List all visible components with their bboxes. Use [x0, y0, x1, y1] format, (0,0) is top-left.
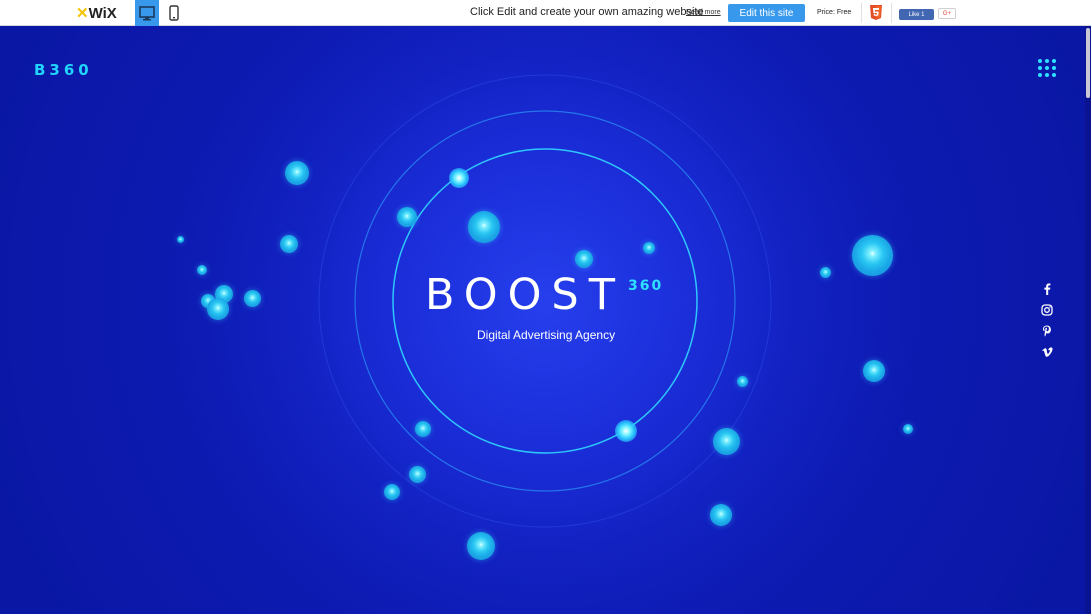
html5-icon [870, 5, 882, 20]
bubble [467, 532, 495, 560]
bubble [285, 161, 309, 185]
promo-text: Click Edit and create your own amazing w… [470, 6, 704, 18]
wix-logo-mark: ✕ [76, 5, 89, 22]
facebook-like-button[interactable]: Like 1 [899, 9, 934, 20]
bubble [575, 250, 593, 268]
hero-title: BOOST [425, 270, 625, 320]
bubble [280, 235, 298, 253]
orbit-glow-dot [615, 420, 637, 442]
bubble [409, 466, 426, 483]
bubble [244, 290, 261, 307]
scrollbar-thumb[interactable] [1086, 28, 1090, 98]
desktop-icon [139, 5, 155, 20]
vimeo-icon[interactable] [1038, 344, 1056, 360]
wix-logo-text: WiX [88, 5, 117, 22]
hero-tagline: Digital Advertising Agency [477, 328, 616, 342]
bubble [177, 236, 184, 243]
bubble [737, 376, 748, 387]
edit-site-button[interactable]: Edit this site [728, 4, 805, 22]
orbit-glow-dot [449, 168, 469, 188]
google-plus-button[interactable]: G+ [938, 8, 956, 19]
bubble [713, 428, 740, 455]
site-logo[interactable]: B360 [34, 61, 93, 79]
bubble [643, 242, 655, 254]
facebook-icon[interactable] [1038, 281, 1056, 297]
bubble [903, 424, 913, 434]
bubble [820, 267, 831, 278]
gplus-label: G+ [942, 10, 952, 17]
read-more-link[interactable]: Read more [686, 9, 721, 16]
bubble [852, 235, 893, 276]
bubble [384, 484, 400, 500]
bubble [397, 207, 417, 227]
scrollbar[interactable] [1085, 26, 1091, 614]
instagram-icon[interactable] [1038, 302, 1056, 318]
desktop-view-button[interactable] [135, 0, 159, 26]
price-label: Price: Free [817, 9, 852, 16]
fb-like-label: Like 1 [908, 11, 925, 18]
bubble [415, 421, 431, 437]
pinterest-icon[interactable] [1038, 323, 1056, 339]
wix-top-bar: ✕WiX Click Edit and create your own amaz… [0, 0, 1091, 26]
divider [861, 3, 862, 23]
hero-section: B360 BOOST 360 Digital Advertising Agenc… [0, 26, 1091, 614]
bubble [710, 504, 732, 526]
mobile-icon [169, 5, 179, 21]
bubble [863, 360, 885, 382]
bubble [197, 265, 207, 275]
divider [891, 3, 892, 23]
bubble [468, 211, 500, 243]
bubble [207, 298, 229, 320]
hero-title-superscript: 360 [628, 278, 664, 294]
wix-logo[interactable]: ✕WiX [76, 4, 117, 22]
grid-menu-icon[interactable] [1038, 59, 1058, 79]
decorative-rings [245, 26, 845, 601]
mobile-view-button[interactable] [162, 0, 186, 26]
